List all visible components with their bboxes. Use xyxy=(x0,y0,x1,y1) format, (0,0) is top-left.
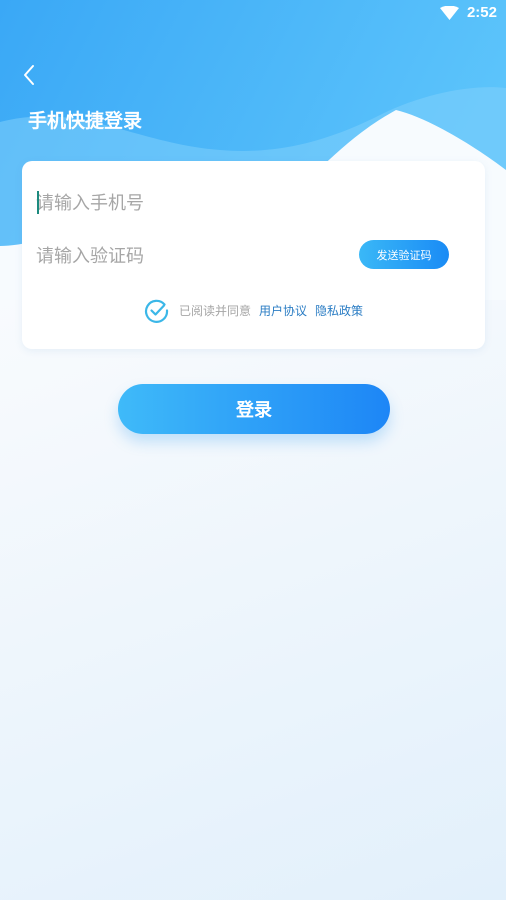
verification-code-input[interactable] xyxy=(36,239,336,273)
login-form-card: 发送验证码 已阅读并同意 用户协议 隐私政策 xyxy=(22,161,485,349)
chevron-left-icon xyxy=(24,65,34,85)
wifi-icon xyxy=(440,6,459,20)
status-time: 2:52 xyxy=(466,4,497,21)
agreement-row: 已阅读并同意 用户协议 隐私政策 xyxy=(22,297,485,323)
send-code-button[interactable]: 发送验证码 xyxy=(359,240,449,269)
privacy-policy-link[interactable]: 隐私政策 xyxy=(315,302,363,319)
status-bar: 2:52 xyxy=(0,0,506,28)
login-button[interactable]: 登录 xyxy=(118,384,390,434)
page-title: 手机快捷登录 xyxy=(28,110,143,132)
agreement-text: 已阅读并同意 xyxy=(178,303,251,318)
agreement-checkbox[interactable] xyxy=(144,298,169,323)
phone-input[interactable] xyxy=(36,186,336,220)
text-cursor xyxy=(37,191,39,214)
back-button[interactable] xyxy=(14,60,44,90)
user-agreement-link[interactable]: 用户协议 xyxy=(259,302,307,319)
